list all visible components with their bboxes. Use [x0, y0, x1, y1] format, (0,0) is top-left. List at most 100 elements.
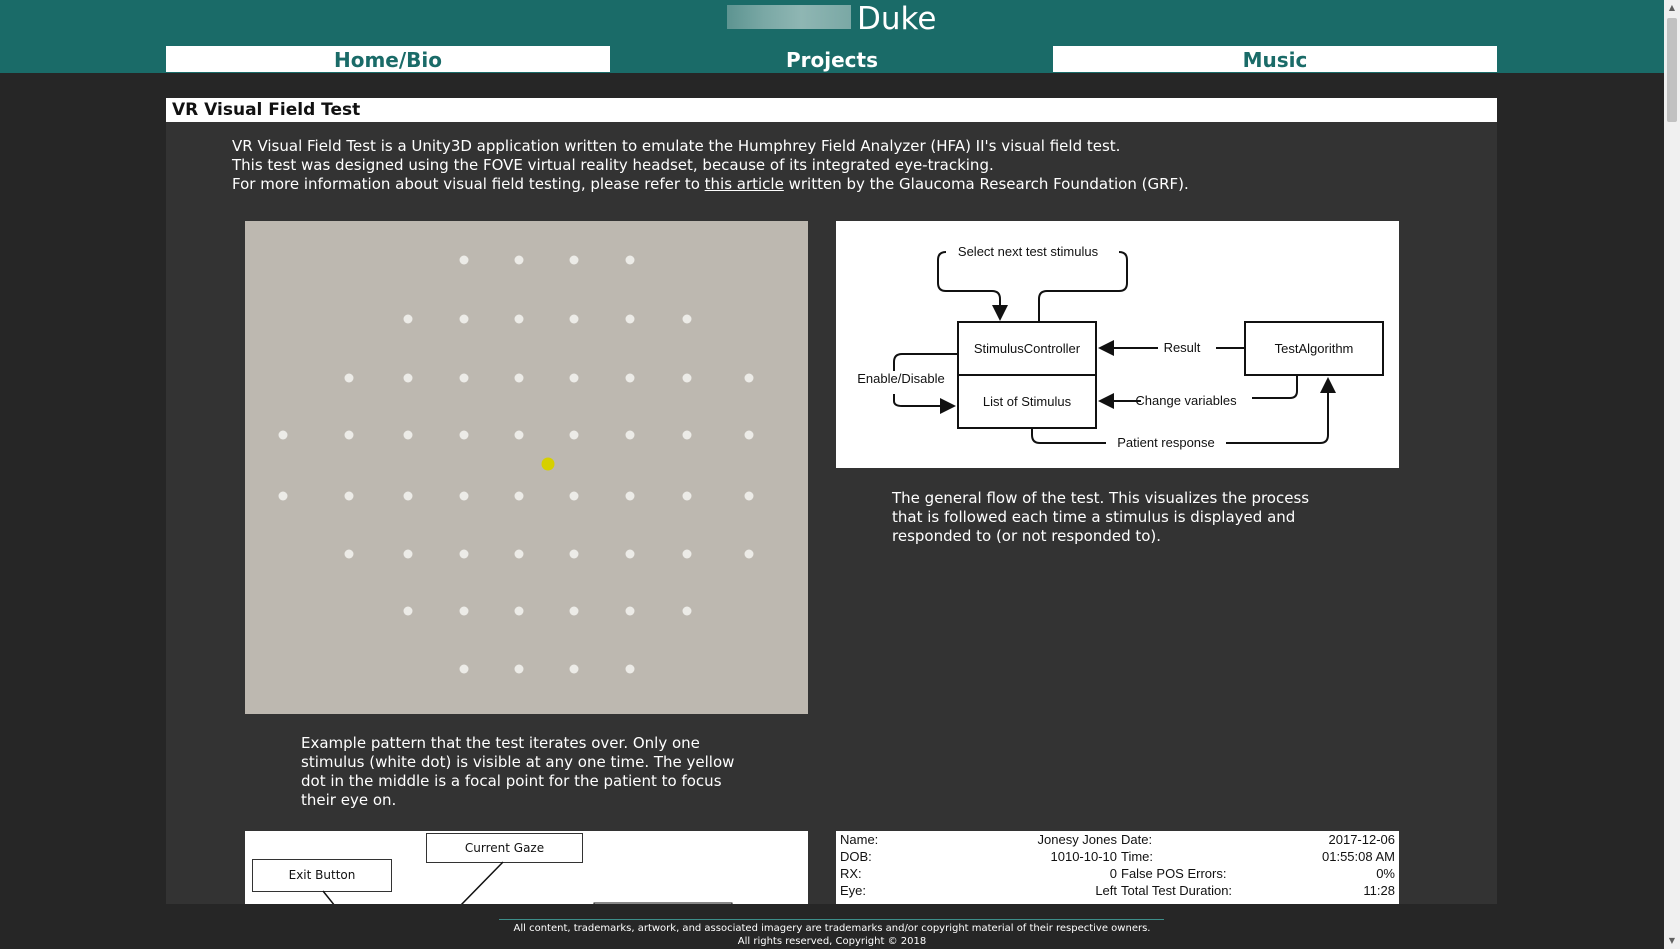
intro-line-3-start: For more information about visual field … [232, 175, 705, 193]
report-label-2: False POS Errors: [1121, 866, 1227, 881]
report-value-2: 01:55:08 AM [1322, 849, 1395, 864]
stimulus-dot [514, 606, 524, 616]
stimulus-dot [514, 664, 524, 674]
intro-line-1: VR Visual Field Test is a Unity3D applic… [232, 137, 1121, 155]
main-nav: Home/Bio Projects Music [0, 46, 1664, 72]
scroll-up-arrow-icon[interactable]: ▲ [1664, 0, 1680, 16]
stimulus-dot [459, 549, 469, 559]
stimulus-dot [403, 491, 413, 501]
pattern-caption: Example pattern that the test iterates o… [301, 734, 735, 809]
list-of-stimulus-label: List of Stimulus [983, 394, 1072, 409]
report-value-2: 2017-12-06 [1328, 832, 1396, 847]
stimulus-dot [625, 491, 635, 501]
main-content: VR Visual Field Test VR Visual Field Tes… [166, 98, 1497, 904]
report-value-1: Left [1095, 883, 1117, 898]
report-value-1: Jonesy Jones [1037, 832, 1118, 847]
stimulus-dot [459, 314, 469, 324]
stimulus-dot [514, 549, 524, 559]
report-label-2: Date: [1121, 832, 1153, 847]
stimulus-dot [682, 430, 692, 440]
scroll-down-arrow-icon[interactable]: ▼ [1664, 933, 1680, 949]
stimulus-dot [625, 430, 635, 440]
test-report: Name: Jonesy Jones Date: 2017-12-06 DOB:… [836, 831, 1399, 904]
footer-line-1: All content, trademarks, artwork, and as… [513, 923, 1151, 934]
stimulus-dot [459, 664, 469, 674]
stimulus-controller-label: StimulusController [974, 341, 1081, 356]
site-footer: All content, trademarks, artwork, and as… [0, 904, 1664, 949]
stimulus-dot [682, 549, 692, 559]
stimulus-dot [403, 549, 413, 559]
patient-response-label: Patient response [1117, 435, 1215, 450]
stimulus-dot [403, 373, 413, 383]
stimulus-dot [682, 373, 692, 383]
report-label-1: Eye: [840, 883, 867, 898]
stimulus-dot [514, 373, 524, 383]
nav-tab-home-bio[interactable]: Home/Bio [166, 46, 610, 72]
stimulus-dot [682, 314, 692, 324]
report-value-2: 11:28 [1363, 883, 1395, 898]
stimulus-dot [744, 373, 754, 383]
stimulus-dot [569, 314, 579, 324]
stimulus-dot [514, 430, 524, 440]
stimulus-dot [278, 430, 288, 440]
stimulus-dot [569, 606, 579, 616]
scroll-thumb[interactable] [1667, 18, 1677, 122]
page-scrollbar[interactable]: ▲ ▼ [1664, 0, 1680, 949]
stimulus-dot [625, 664, 635, 674]
report-row: Name: Jonesy Jones Date: 2017-12-06 [836, 832, 1399, 849]
stimulus-dot [459, 606, 469, 616]
stimulus-dot [459, 491, 469, 501]
report-value-1: 0 [1109, 866, 1117, 881]
article-link[interactable]: this article [705, 175, 784, 193]
report-label-2: Time: [1121, 849, 1154, 864]
nav-tab-projects[interactable]: Projects [610, 46, 1054, 72]
change-variables-label: Change variables [1135, 393, 1237, 408]
intro-line-2: This test was designed using the FOVE vi… [232, 156, 994, 174]
stimulus-dot [403, 430, 413, 440]
stimulus-dot [744, 491, 754, 501]
footer-divider [499, 919, 1164, 920]
logo-text: Duke [857, 1, 937, 37]
stimulus-dot [625, 549, 635, 559]
stimulus-dot [744, 549, 754, 559]
stimulus-pattern-image [245, 221, 808, 714]
stimulus-dot [569, 664, 579, 674]
stimulus-dot [682, 606, 692, 616]
stimulus-dot [459, 430, 469, 440]
report-row: RX: 0 False POS Errors: 0% [836, 866, 1399, 883]
stimulus-dot [514, 314, 524, 324]
stimulus-dot [278, 491, 288, 501]
section-title: VR Visual Field Test [166, 98, 1497, 122]
intro-line-3: For more information about visual field … [232, 175, 1432, 194]
report-value-1: 1010-10-10 [1050, 849, 1118, 864]
stimulus-dot [744, 430, 754, 440]
stimulus-dot [344, 373, 354, 383]
result-label: Result [1164, 340, 1201, 355]
stimulus-dot [514, 491, 524, 501]
stimulus-dot [569, 430, 579, 440]
stimulus-dot [459, 255, 469, 265]
report-label-2: Total Test Duration: [1121, 883, 1233, 898]
report-row: DOB: 1010-10-10 Time: 01:55:08 AM [836, 849, 1399, 866]
stimulus-dot [344, 491, 354, 501]
stimulus-dot [514, 255, 524, 265]
stimulus-dot [569, 373, 579, 383]
nav-tab-music[interactable]: Music [1053, 46, 1497, 72]
enable-disable-label: Enable/Disable [857, 371, 944, 386]
test-algorithm-label: TestAlgorithm [1275, 341, 1354, 356]
intro-text: VR Visual Field Test is a Unity3D applic… [232, 137, 1432, 194]
stimulus-dot [403, 606, 413, 616]
stimulus-dot [682, 491, 692, 501]
stimulus-dot [569, 255, 579, 265]
focal-point-dot [541, 457, 555, 471]
stimulus-dot [344, 549, 354, 559]
report-value-2: 0% [1376, 866, 1395, 881]
stimulus-dot [459, 373, 469, 383]
footer-text: All content, trademarks, artwork, and as… [0, 922, 1664, 948]
site-header: Duke Home/Bio Projects Music [0, 0, 1664, 73]
stimulus-dot [569, 549, 579, 559]
footer-line-2: All rights reserved, Copyright © 2018 [737, 936, 927, 947]
stimulus-dot [625, 255, 635, 265]
report-label-1: Name: [840, 832, 879, 847]
report-label-1: RX: [840, 866, 862, 881]
